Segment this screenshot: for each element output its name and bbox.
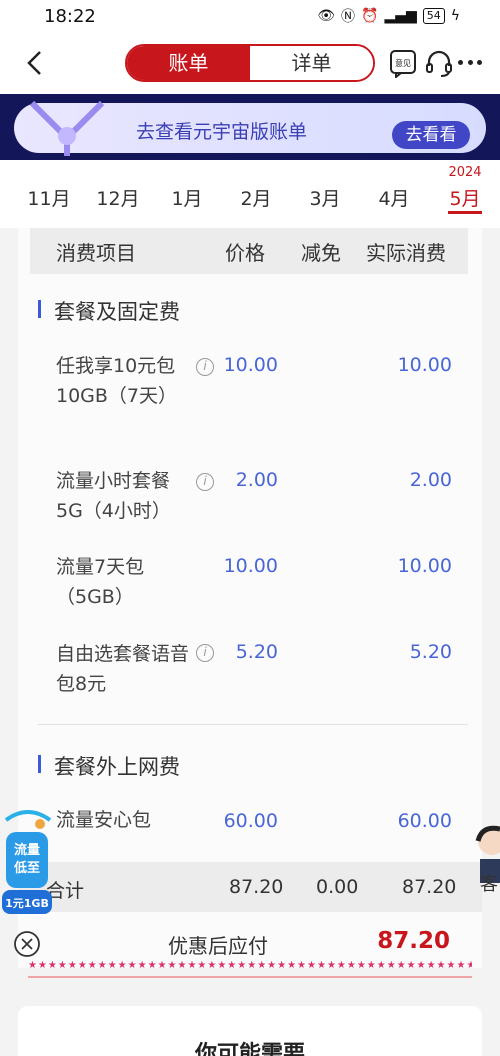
nfc-icon: Ⓝ xyxy=(341,9,355,25)
info-icon[interactable]: i xyxy=(196,473,214,491)
headset-icon[interactable] xyxy=(424,48,454,78)
svg-text:流量: 流量 xyxy=(14,842,40,858)
status-time: 18:22 xyxy=(44,6,96,27)
fee-item-actual: 5.20 xyxy=(409,641,452,663)
fee-item-price: 5.20 xyxy=(235,641,278,663)
payable-amount: 87.20 xyxy=(377,928,450,954)
month-year: 2024 xyxy=(448,165,482,180)
svg-text:意见: 意见 xyxy=(395,58,411,68)
month-underline xyxy=(448,211,482,214)
month-item[interactable]: 11月 xyxy=(19,184,79,211)
app-header: 账单 详单 意见 xyxy=(0,34,500,94)
month-item[interactable]: 2月 xyxy=(226,184,286,211)
battery-icon: 54 xyxy=(422,8,445,24)
fee-item-price: 60.00 xyxy=(223,810,278,832)
month-selector: 11月 12月 1月 2月 3月 4月 2024 5月 xyxy=(0,160,500,228)
banner-text: 去查看元宇宙版账单 xyxy=(136,121,308,143)
fee-item-actual: 60.00 xyxy=(397,810,452,832)
fee-item-price: 2.00 xyxy=(235,469,278,491)
table-header: 消费项目 价格 减免 实际消费 xyxy=(30,228,468,274)
fee-item-name: 自由选套餐语音包8元 xyxy=(56,643,190,695)
info-icon[interactable]: i xyxy=(196,644,214,662)
eye-icon: 👁 xyxy=(317,8,335,24)
month-item[interactable]: 1月 xyxy=(157,184,217,211)
month-item-active[interactable]: 2024 5月 xyxy=(435,165,495,214)
tab-detail[interactable]: 详单 xyxy=(250,46,373,80)
total-actual: 87.20 xyxy=(402,876,457,898)
metaverse-logo-icon xyxy=(29,100,105,156)
month-item[interactable]: 4月 xyxy=(364,184,424,211)
close-icon[interactable] xyxy=(13,930,41,958)
more-menu-icon[interactable] xyxy=(458,60,482,66)
fee-item-name: 流量安心包 xyxy=(56,809,152,831)
fee-item-price: 10.00 xyxy=(223,354,278,376)
charging-icon: ϟ xyxy=(450,8,460,24)
col-price: 价格 xyxy=(225,240,265,265)
fee-item-price: 10.00 xyxy=(223,555,278,577)
bill-tab-switch: 账单 详单 xyxy=(125,44,375,82)
promo-badge-icon: 流量 低至 1元1GB xyxy=(2,810,52,914)
info-icon[interactable]: i xyxy=(196,358,214,376)
month-active-label: 5月 xyxy=(449,188,481,210)
promo-float-button[interactable]: 流量 低至 1元1GB xyxy=(0,806,56,926)
fee-item-name: 流量7天包（5GB） xyxy=(56,556,145,608)
fee-item-actual: 10.00 xyxy=(397,354,452,376)
col-discount: 减免 xyxy=(301,240,341,265)
section-divider xyxy=(38,724,468,725)
fee-item-name: 流量小时套餐5G（4小时） xyxy=(56,470,171,522)
customer-service-label[interactable]: 客 xyxy=(480,870,498,896)
svg-text:1元1GB: 1元1GB xyxy=(5,897,49,910)
fee-item-actual: 10.00 xyxy=(397,555,452,577)
section-title: 套餐及固定费 xyxy=(38,296,180,326)
total-discount: 0.00 xyxy=(316,876,359,898)
svg-text:低至: 低至 xyxy=(13,860,40,876)
status-icons: 👁 Ⓝ ⏰ ▂▄▆ 54 ϟ xyxy=(317,6,460,26)
metaverse-banner[interactable]: 去查看元宇宙版账单 去看看 xyxy=(0,94,500,160)
alarm-icon: ⏰ xyxy=(361,8,379,24)
col-actual: 实际消费 xyxy=(366,240,446,265)
banner-go-button[interactable]: 去看看 xyxy=(392,121,470,149)
col-item: 消费项目 xyxy=(56,240,136,265)
feedback-icon[interactable]: 意见 xyxy=(388,48,418,78)
tab-bill[interactable]: 账单 xyxy=(127,46,250,80)
back-icon[interactable] xyxy=(20,48,50,78)
payable-label: 优惠后应付 xyxy=(168,934,268,958)
month-item[interactable]: 3月 xyxy=(295,184,355,211)
total-row: 合计 87.20 0.00 87.20 xyxy=(18,862,482,912)
recommend-title: 你可能需要 xyxy=(194,1042,305,1056)
stars-decoration: ★★★★★★★★★★★★★★★★★★★★★★★★★★★★★★★★★★★★★★★★… xyxy=(28,960,472,978)
status-bar: 18:22 👁 Ⓝ ⏰ ▂▄▆ 54 ϟ xyxy=(0,0,500,34)
month-item[interactable]: 12月 xyxy=(88,184,148,211)
fee-item-name: 任我享10元包10GB（7天） xyxy=(56,355,178,407)
total-price: 87.20 xyxy=(229,876,284,898)
fee-item-actual: 2.00 xyxy=(409,469,452,491)
section-title: 套餐外上网费 xyxy=(38,751,180,781)
signal-icon: ▂▄▆ xyxy=(384,8,417,24)
